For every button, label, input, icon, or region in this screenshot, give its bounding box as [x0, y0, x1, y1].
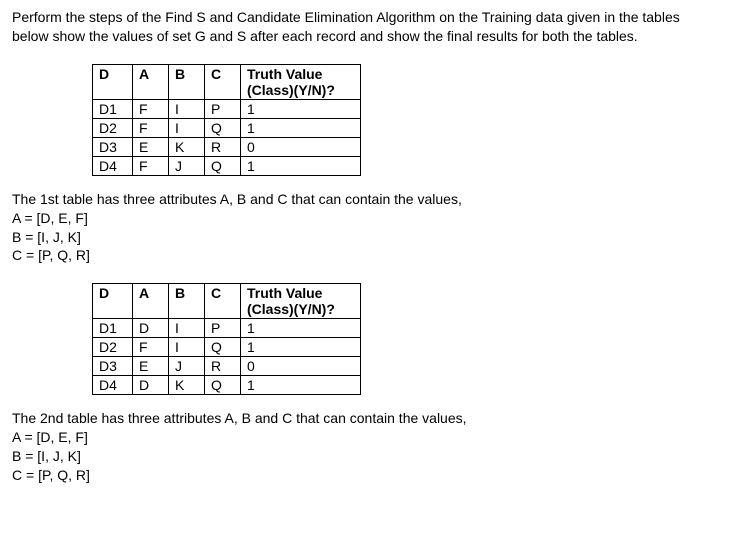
cell-a: F [133, 156, 169, 175]
cell-tv: 1 [241, 376, 361, 395]
table-row: D2 F I Q 1 [93, 118, 361, 137]
cell-c: R [205, 357, 241, 376]
cell-b: I [169, 99, 205, 118]
cell-c: Q [205, 156, 241, 175]
cell-b: J [169, 357, 205, 376]
cell-d: D4 [93, 376, 133, 395]
desc2-lineB: B = [I, J, K] [12, 447, 717, 466]
table1: D A B C Truth Value (Class)(Y/N)? D1 F I… [92, 64, 361, 176]
table2-wrap: D A B C Truth Value (Class)(Y/N)? D1 D I… [92, 283, 717, 395]
cell-b: I [169, 319, 205, 338]
cell-d: D2 [93, 118, 133, 137]
th-a: A [133, 284, 169, 319]
cell-tv: 1 [241, 319, 361, 338]
cell-a: F [133, 118, 169, 137]
desc1-lineB: B = [I, J, K] [12, 228, 717, 247]
cell-a: D [133, 319, 169, 338]
table-row: D4 F J Q 1 [93, 156, 361, 175]
intro-text: Perform the steps of the Find S and Cand… [12, 8, 717, 46]
th-tv-line2: (Class)(Y/N)? [247, 82, 354, 98]
cell-d: D4 [93, 156, 133, 175]
cell-d: D1 [93, 319, 133, 338]
desc2-line1: The 2nd table has three attributes A, B … [12, 409, 717, 428]
table-row: D3 E K R 0 [93, 137, 361, 156]
th-d: D [93, 284, 133, 319]
th-tv-line1: Truth Value [247, 66, 322, 82]
th-c: C [205, 284, 241, 319]
cell-tv: 0 [241, 137, 361, 156]
th-a: A [133, 64, 169, 99]
cell-c: R [205, 137, 241, 156]
cell-tv: 1 [241, 99, 361, 118]
th-tv: Truth Value (Class)(Y/N)? [241, 64, 361, 99]
desc1-line1: The 1st table has three attributes A, B … [12, 190, 717, 209]
cell-a: E [133, 137, 169, 156]
th-tv: Truth Value (Class)(Y/N)? [241, 284, 361, 319]
cell-a: F [133, 99, 169, 118]
cell-b: K [169, 137, 205, 156]
cell-tv: 1 [241, 338, 361, 357]
table1-wrap: D A B C Truth Value (Class)(Y/N)? D1 F I… [92, 64, 717, 176]
cell-c: Q [205, 338, 241, 357]
table2: D A B C Truth Value (Class)(Y/N)? D1 D I… [92, 283, 361, 395]
desc2-lineC: C = [P, Q, R] [12, 466, 717, 485]
cell-tv: 1 [241, 118, 361, 137]
cell-a: F [133, 338, 169, 357]
cell-d: D3 [93, 137, 133, 156]
table-row: D1 F I P 1 [93, 99, 361, 118]
desc1-lineC: C = [P, Q, R] [12, 246, 717, 265]
desc1: The 1st table has three attributes A, B … [12, 190, 717, 266]
table-row: D4 D K Q 1 [93, 376, 361, 395]
cell-a: E [133, 357, 169, 376]
desc2: The 2nd table has three attributes A, B … [12, 409, 717, 485]
cell-d: D2 [93, 338, 133, 357]
cell-b: I [169, 338, 205, 357]
th-b: B [169, 64, 205, 99]
th-tv-line2: (Class)(Y/N)? [247, 301, 354, 317]
cell-d: D3 [93, 357, 133, 376]
th-b: B [169, 284, 205, 319]
cell-c: Q [205, 376, 241, 395]
cell-tv: 0 [241, 357, 361, 376]
desc1-lineA: A = [D, E, F] [12, 209, 717, 228]
th-d: D [93, 64, 133, 99]
cell-b: J [169, 156, 205, 175]
cell-c: P [205, 99, 241, 118]
th-tv-line1: Truth Value [247, 285, 322, 301]
desc2-lineA: A = [D, E, F] [12, 428, 717, 447]
table-row: D2 F I Q 1 [93, 338, 361, 357]
cell-c: P [205, 319, 241, 338]
cell-tv: 1 [241, 156, 361, 175]
cell-d: D1 [93, 99, 133, 118]
cell-c: Q [205, 118, 241, 137]
table-row: D3 E J R 0 [93, 357, 361, 376]
cell-b: K [169, 376, 205, 395]
cell-a: D [133, 376, 169, 395]
th-c: C [205, 64, 241, 99]
cell-b: I [169, 118, 205, 137]
table-row: D1 D I P 1 [93, 319, 361, 338]
